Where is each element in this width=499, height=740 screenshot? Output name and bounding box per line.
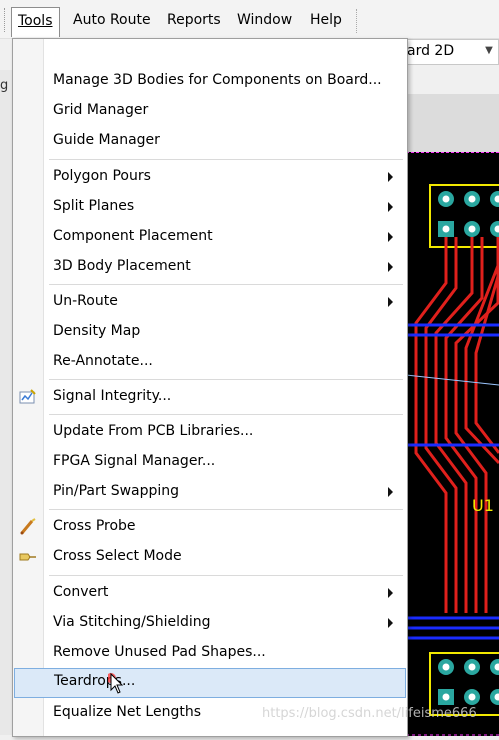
submenu-arrow-icon [388,487,393,497]
menu-tools[interactable]: Tools [11,7,60,37]
menu-item-guide-manager[interactable]: Guide Manager [13,127,407,155]
menu-auto-route[interactable]: Auto Route [67,7,157,33]
menu-item-teardrops[interactable]: Teardrops... [14,668,406,698]
menu-item-via-stitching-shielding[interactable]: Via Stitching/Shielding [13,609,407,637]
submenu-arrow-icon [388,172,393,182]
menu-item-label: 3D Body Placement [53,258,191,274]
menu-item-3d-body-placement[interactable]: 3D Body Placement [13,253,407,281]
menu-item-re-annotate[interactable]: Re-Annotate... [13,348,407,376]
menu-auto-route-label: Auto Route [73,12,151,28]
menubar-grip[interactable] [4,8,7,32]
menubar-separator [356,9,358,33]
traces [416,237,499,613]
menu-item-update-from-pcb-libraries[interactable]: Update From PCB Libraries... [13,418,407,446]
cross-probe-icon [19,518,37,536]
submenu-arrow-icon [388,618,393,628]
menu-item-label: Manage 3D Bodies for Components on Board… [53,72,382,88]
menu-item-label: Un-Route [53,293,118,309]
menu-item-fpga-signal-manager[interactable]: FPGA Signal Manager... [13,448,407,476]
pads-bottom [438,659,499,705]
menu-item-label: Pin/Part Swapping [53,483,179,499]
menu-separator [49,379,403,380]
menu-item-label: Polygon Pours [53,168,151,184]
menu-item-label: Remove Unused Pad Shapes... [53,644,266,660]
submenu-arrow-icon [388,232,393,242]
menu-reports-label: Reports [167,12,221,28]
menu-item-un-route[interactable]: Un-Route [13,288,407,316]
menu-item-split-planes[interactable]: Split Planes [13,193,407,221]
left-panel-edge [0,70,12,735]
menu-item-label: Convert [53,584,108,600]
left-panel-fragment: g [0,78,8,93]
menu-item-label: Re-Annotate... [53,353,153,369]
menu-bar: Tools Auto Route Reports Window Help [0,0,499,39]
menu-item-pin-part-swapping[interactable]: Pin/Part Swapping [13,478,407,506]
watermark-text: https://blog.csdn.net/lifeisme666 [262,706,477,721]
ratsnest-line [406,375,499,385]
menu-separator [49,575,403,576]
menu-item-density-map[interactable]: Density Map [13,318,407,346]
menu-help[interactable]: Help [304,7,348,33]
menu-window[interactable]: Window [231,7,298,33]
submenu-arrow-icon [388,262,393,272]
pcb-board[interactable]: U1 [406,152,499,736]
menu-separator [49,159,403,160]
signal-integrity-icon [19,388,37,406]
menu-window-label: Window [237,12,292,28]
menu-item-label: Density Map [53,323,140,339]
menu-reports[interactable]: Reports [161,7,227,33]
mouse-cursor-icon [108,672,124,694]
menu-tools-label: Tools [18,13,53,29]
menu-item-label: Grid Manager [53,102,148,118]
menu-item-remove-unused-pad-shapes[interactable]: Remove Unused Pad Shapes... [13,639,407,667]
menu-item-label: Equalize Net Lengths [53,704,201,720]
menu-item-component-placement[interactable]: Component Placement [13,223,407,251]
cross-select-icon [19,548,37,566]
pads-top [438,191,499,237]
submenu-arrow-icon [388,297,393,307]
menu-item-label: Split Planes [53,198,134,214]
menu-help-label: Help [310,12,342,28]
menu-item-label: Component Placement [53,228,213,244]
component-designator: U1 [472,496,494,515]
menu-item-signal-integrity[interactable]: Signal Integrity... [13,383,407,411]
menu-separator [49,284,403,285]
menu-item-polygon-pours[interactable]: Polygon Pours [13,163,407,191]
view-mode-value: ard 2D [407,43,454,59]
submenu-arrow-icon [388,588,393,598]
menu-separator [49,414,403,415]
pcb-artwork: U1 [406,153,499,736]
menu-item-label: Update From PCB Libraries... [53,423,253,439]
menu-item-convert[interactable]: Convert [13,579,407,607]
submenu-arrow-icon [388,202,393,212]
menu-item-label: Guide Manager [53,132,160,148]
menu-item-grid-manager[interactable]: Grid Manager [13,97,407,125]
menu-item-manage-3d-bodies[interactable]: Manage 3D Bodies for Components on Board… [13,67,407,95]
menu-separator [49,509,403,510]
menu-item-label: Via Stitching/Shielding [53,614,211,630]
pcb-canvas[interactable]: U1 [406,94,499,735]
menu-item-label: Cross Select Mode [53,548,182,564]
menu-item-cross-select-mode[interactable]: Cross Select Mode [13,543,407,571]
view-mode-select[interactable]: ard 2D ▼ [402,39,499,65]
menu-item-label: FPGA Signal Manager... [53,453,215,469]
menu-item-label: Cross Probe [53,518,136,534]
tools-menu: Manage 3D Bodies for Components on Board… [12,38,408,737]
menu-item-label: Signal Integrity... [53,388,171,404]
menu-item-cross-probe[interactable]: Cross Probe [13,513,407,541]
chevron-down-icon[interactable]: ▼ [482,42,496,60]
